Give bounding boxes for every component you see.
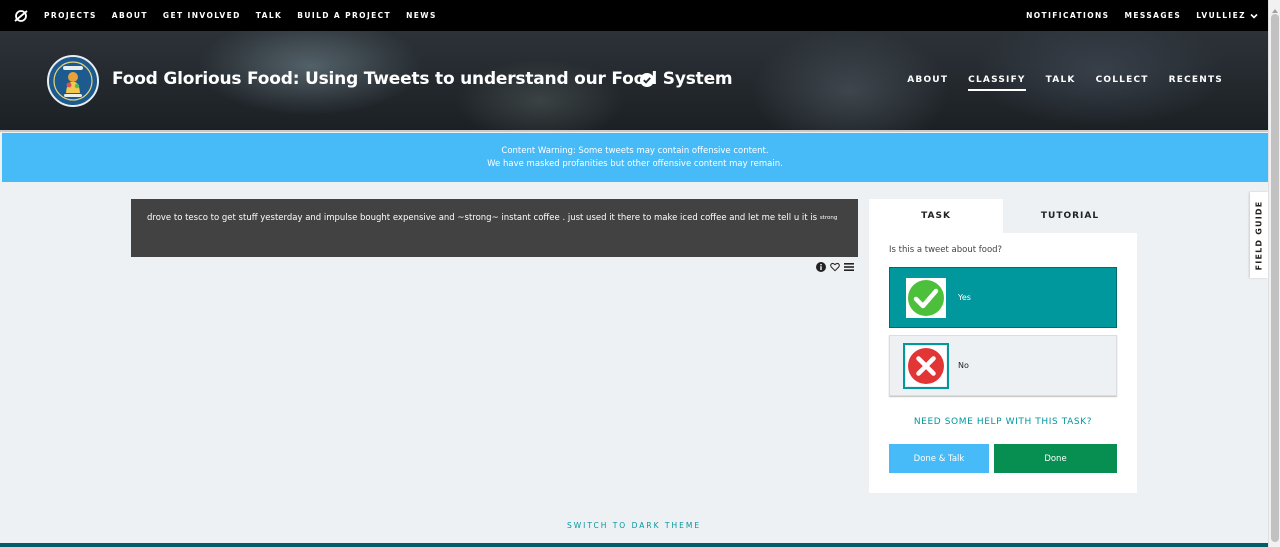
nav-build-project-link[interactable]: BUILD A PROJECT (297, 11, 391, 20)
content-warning-banner: Content Warning: Some tweets may contain… (2, 133, 1268, 182)
subject-toolbar (816, 259, 854, 272)
task-tabs: TASK TUTORIAL (869, 199, 1137, 233)
footer-bar (0, 543, 1268, 547)
page-scrollbar[interactable] (1268, 0, 1280, 547)
task-help-link[interactable]: NEED SOME HELP WITH THIS TASK? (869, 417, 1137, 427)
project-nav-collect[interactable]: COLLECT (1096, 75, 1149, 91)
favorite-heart-icon[interactable] (830, 259, 840, 272)
check-icon (906, 277, 946, 318)
nav-projects-link[interactable]: PROJECTS (44, 11, 97, 20)
warning-line-2: We have masked profanities but other off… (487, 158, 783, 169)
switch-theme-button[interactable]: SWITCH TO DARK THEME (0, 521, 1268, 530)
project-navigation: ABOUT CLASSIFY TALK COLLECT RECENTS (887, 75, 1223, 91)
tab-task[interactable]: TASK (869, 199, 1003, 233)
answer-yes-button[interactable]: Yes (889, 267, 1117, 328)
verified-badge-icon (640, 73, 654, 87)
task-question: Is this a tweet about food? (889, 245, 1003, 255)
project-nav-classify[interactable]: CLASSIFY (968, 75, 1026, 91)
nav-news-link[interactable]: NEWS (406, 11, 437, 20)
notifications-link[interactable]: NOTIFICATIONS (1026, 11, 1109, 20)
project-avatar[interactable] (47, 55, 99, 107)
header-divider (0, 130, 1268, 132)
username-label: LVULLIEZ (1196, 11, 1246, 20)
scroll-up-arrow-icon[interactable] (1271, 2, 1279, 13)
zooniverse-logo-icon[interactable] (14, 9, 28, 23)
scrollbar-thumb[interactable] (1271, 14, 1279, 542)
project-nav-talk[interactable]: TALK (1046, 75, 1076, 91)
warning-line-1: Content Warning: Some tweets may contain… (501, 146, 769, 156)
answer-no-label: No (958, 361, 969, 370)
field-guide-tab[interactable]: FIELD GUIDE (1250, 192, 1268, 278)
field-guide-label: FIELD GUIDE (1254, 200, 1264, 270)
tweet-subject: drove to tesco to get stuff yesterday an… (131, 199, 858, 257)
nav-talk-link[interactable]: TALK (256, 11, 283, 20)
task-panel: TASK TUTORIAL Is this a tweet about food… (869, 199, 1137, 493)
chevron-down-icon (1250, 12, 1258, 20)
project-nav-recents[interactable]: RECENTS (1169, 75, 1223, 91)
tweet-superscript: strong (819, 215, 838, 221)
nav-about-link[interactable]: ABOUT (112, 11, 148, 20)
done-button[interactable]: Done (994, 444, 1117, 473)
x-icon (903, 342, 949, 389)
info-icon[interactable] (816, 259, 826, 272)
collections-list-icon[interactable] (844, 259, 854, 271)
user-menu-button[interactable]: LVULLIEZ (1196, 11, 1258, 20)
project-header: Food Glorious Food: Using Tweets to unde… (0, 31, 1268, 131)
messages-link[interactable]: MESSAGES (1124, 11, 1181, 20)
nav-get-involved-link[interactable]: GET INVOLVED (163, 11, 241, 20)
done-and-talk-button[interactable]: Done & Talk (889, 444, 989, 473)
tab-tutorial[interactable]: TUTORIAL (1003, 199, 1137, 233)
answer-yes-label: Yes (958, 293, 971, 302)
top-navigation-bar: PROJECTS ABOUT GET INVOLVED TALK BUILD A… (0, 0, 1268, 31)
answer-no-button[interactable]: No (889, 335, 1117, 396)
tweet-text: drove to tesco to get stuff yesterday an… (147, 213, 818, 223)
project-nav-about[interactable]: ABOUT (907, 75, 948, 91)
